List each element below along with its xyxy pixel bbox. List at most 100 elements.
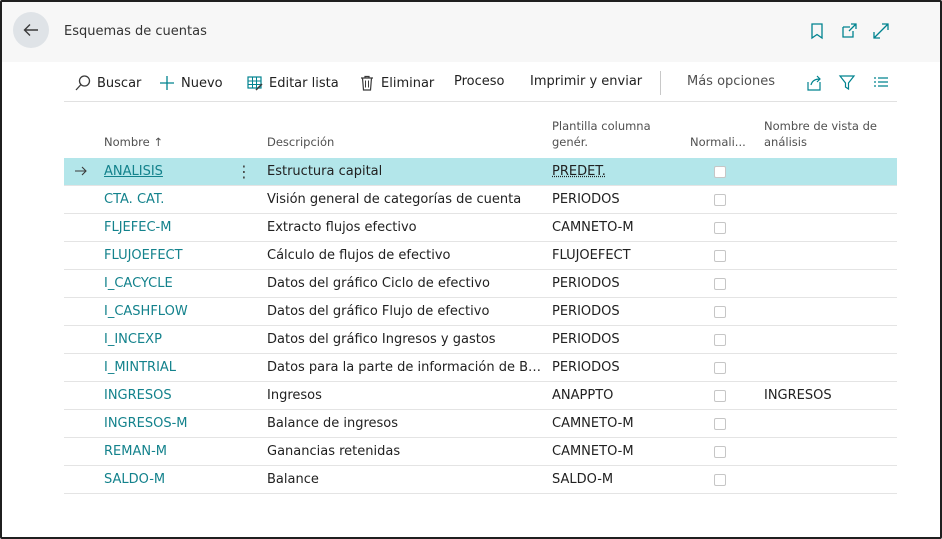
edit-list-icon xyxy=(247,76,263,91)
arrow-left-icon xyxy=(23,24,38,36)
normalized-checkbox[interactable] xyxy=(714,222,726,234)
cell-name[interactable]: REMAN-M xyxy=(104,444,167,459)
cell-description[interactable]: Datos para la parte de información de Ba… xyxy=(267,360,545,375)
cell-template[interactable]: PERIODOS xyxy=(552,192,620,207)
normalized-checkbox[interactable] xyxy=(714,334,726,346)
app-window: Esquemas de cuentas Buscar Nuevo Editar … xyxy=(0,0,942,539)
trash-icon xyxy=(361,75,373,91)
cell-template[interactable]: CAMNETO-M xyxy=(552,416,634,431)
cell-name[interactable]: I_INCEXP xyxy=(104,332,162,347)
normalized-checkbox[interactable] xyxy=(714,474,726,486)
cell-name[interactable]: ANALISIS xyxy=(104,164,163,179)
edit-list-button[interactable]: Editar lista xyxy=(246,74,339,92)
table-row[interactable]: I_CASHFLOW Datos del gráfico Flujo de ef… xyxy=(64,298,897,326)
edit-list-label: Editar lista xyxy=(269,75,339,91)
cell-template[interactable]: PERIODOS xyxy=(552,360,620,375)
column-header-normalized[interactable]: Normali... xyxy=(690,134,746,150)
table-row[interactable]: I_CACYCLE Datos del gráfico Ciclo de efe… xyxy=(64,270,897,298)
cell-description[interactable]: Ingresos xyxy=(267,388,545,403)
delete-button[interactable]: Eliminar xyxy=(358,74,434,92)
cell-template[interactable]: PERIODOS xyxy=(552,332,620,347)
search-button[interactable]: Buscar xyxy=(74,74,141,92)
normalized-checkbox[interactable] xyxy=(714,446,726,458)
table-row[interactable]: FLJEFEC-M Extracto flujos efectivo CAMNE… xyxy=(64,214,897,242)
cell-template[interactable]: PREDET. xyxy=(552,164,606,179)
share-icon[interactable] xyxy=(805,74,823,92)
column-header-template-line2: genér. xyxy=(552,135,589,149)
cell-description[interactable]: Datos del gráfico Ingresos y gastos xyxy=(267,332,545,347)
search-icon xyxy=(75,75,91,91)
cell-name[interactable]: I_MINTRIAL xyxy=(104,360,176,375)
cell-name[interactable]: FLJEFEC-M xyxy=(104,220,171,235)
table-row[interactable]: I_INCEXP Datos del gráfico Ingresos y ga… xyxy=(64,326,897,354)
normalized-checkbox[interactable] xyxy=(714,194,726,206)
print-send-label: Imprimir y enviar xyxy=(530,74,643,89)
normalized-checkbox[interactable] xyxy=(714,166,726,178)
toolbar-divider xyxy=(660,71,661,95)
cell-template[interactable]: ANAPPTO xyxy=(552,388,613,403)
table-row[interactable]: INGRESOS-M Balance de ingresos CAMNETO-M xyxy=(64,410,897,438)
normalized-checkbox[interactable] xyxy=(714,250,726,262)
new-label: Nuevo xyxy=(181,75,223,91)
cell-template[interactable]: FLUJOEFECT xyxy=(552,248,631,263)
cell-name[interactable]: INGRESOS-M xyxy=(104,416,188,431)
column-header-name[interactable]: Nombre ↑ xyxy=(104,134,163,150)
grid-header: Nombre ↑ Descripción Plantilla columna g… xyxy=(64,102,897,158)
cell-description[interactable]: Datos del gráfico Flujo de efectivo xyxy=(267,304,545,319)
search-label: Buscar xyxy=(97,75,142,91)
cell-name[interactable]: FLUJOEFECT xyxy=(104,248,183,263)
action-bar: Buscar Nuevo Editar lista Eliminar Proce xyxy=(64,62,897,102)
cell-description[interactable]: Estructura capital xyxy=(267,164,545,179)
cell-name[interactable]: INGRESOS xyxy=(104,388,172,403)
table-row[interactable]: FLUJOEFECT Cálculo de flujos de efectivo… xyxy=(64,242,897,270)
print-send-menu[interactable]: Imprimir y enviar xyxy=(530,74,642,89)
process-menu[interactable]: Proceso xyxy=(454,74,505,89)
normalized-checkbox[interactable] xyxy=(714,362,726,374)
table-row[interactable]: INGRESOS Ingresos ANAPPTO INGRESOS xyxy=(64,382,897,410)
cell-description[interactable]: Balance de ingresos xyxy=(267,416,545,431)
column-header-view-line1: Nombre de vista de xyxy=(764,119,877,133)
row-actions-menu-icon[interactable]: ⋮ xyxy=(236,162,252,181)
delete-label: Eliminar xyxy=(381,75,435,91)
table-row[interactable]: ANALISIS ⋮ Estructura capital PREDET. xyxy=(64,158,897,186)
cell-name[interactable]: SALDO-M xyxy=(104,472,165,487)
more-options-button[interactable]: Más opciones xyxy=(687,74,775,89)
cell-description[interactable]: Balance xyxy=(267,472,545,487)
cell-template[interactable]: CAMNETO-M xyxy=(552,220,634,235)
cell-description[interactable]: Datos del gráfico Ciclo de efectivo xyxy=(267,276,545,291)
more-options-label: Más opciones xyxy=(687,74,776,89)
table-row[interactable]: I_MINTRIAL Datos para la parte de inform… xyxy=(64,354,897,382)
expand-icon[interactable] xyxy=(872,22,890,40)
cell-name[interactable]: I_CACYCLE xyxy=(104,276,173,291)
normalized-checkbox[interactable] xyxy=(714,278,726,290)
new-button[interactable]: Nuevo xyxy=(158,74,223,92)
cell-description[interactable]: Visión general de categorías de cuenta xyxy=(267,192,545,207)
table-row[interactable]: CTA. CAT. Visión general de categorías d… xyxy=(64,186,897,214)
filter-icon[interactable] xyxy=(838,74,856,92)
column-header-description[interactable]: Descripción xyxy=(267,134,334,150)
cell-template[interactable]: SALDO-M xyxy=(552,472,613,487)
column-header-view[interactable]: Nombre de vista de análisis xyxy=(764,118,877,150)
cell-description[interactable]: Cálculo de flujos de efectivo xyxy=(267,248,545,263)
table-row[interactable]: SALDO-M Balance SALDO-M xyxy=(64,466,897,494)
normalized-checkbox[interactable] xyxy=(714,306,726,318)
table-row[interactable]: REMAN-M Ganancias retenidas CAMNETO-M xyxy=(64,438,897,466)
cell-template[interactable]: PERIODOS xyxy=(552,304,620,319)
column-header-view-line2: análisis xyxy=(764,135,807,149)
normalized-checkbox[interactable] xyxy=(714,418,726,430)
bookmark-icon[interactable] xyxy=(808,22,826,40)
cell-description[interactable]: Extracto flujos efectivo xyxy=(267,220,545,235)
cell-name[interactable]: CTA. CAT. xyxy=(104,192,164,207)
page-header: Esquemas de cuentas xyxy=(2,2,940,62)
cell-description[interactable]: Ganancias retenidas xyxy=(267,444,545,459)
cell-view[interactable]: INGRESOS xyxy=(764,388,832,403)
cell-template[interactable]: CAMNETO-M xyxy=(552,444,634,459)
list-view-icon[interactable] xyxy=(872,74,890,92)
sort-ascending-icon: ↑ xyxy=(153,135,163,149)
open-new-window-icon[interactable] xyxy=(840,22,858,40)
cell-template[interactable]: PERIODOS xyxy=(552,276,620,291)
column-header-template[interactable]: Plantilla columna genér. xyxy=(552,118,651,150)
cell-name[interactable]: I_CASHFLOW xyxy=(104,304,188,319)
back-button[interactable] xyxy=(13,12,49,48)
normalized-checkbox[interactable] xyxy=(714,390,726,402)
